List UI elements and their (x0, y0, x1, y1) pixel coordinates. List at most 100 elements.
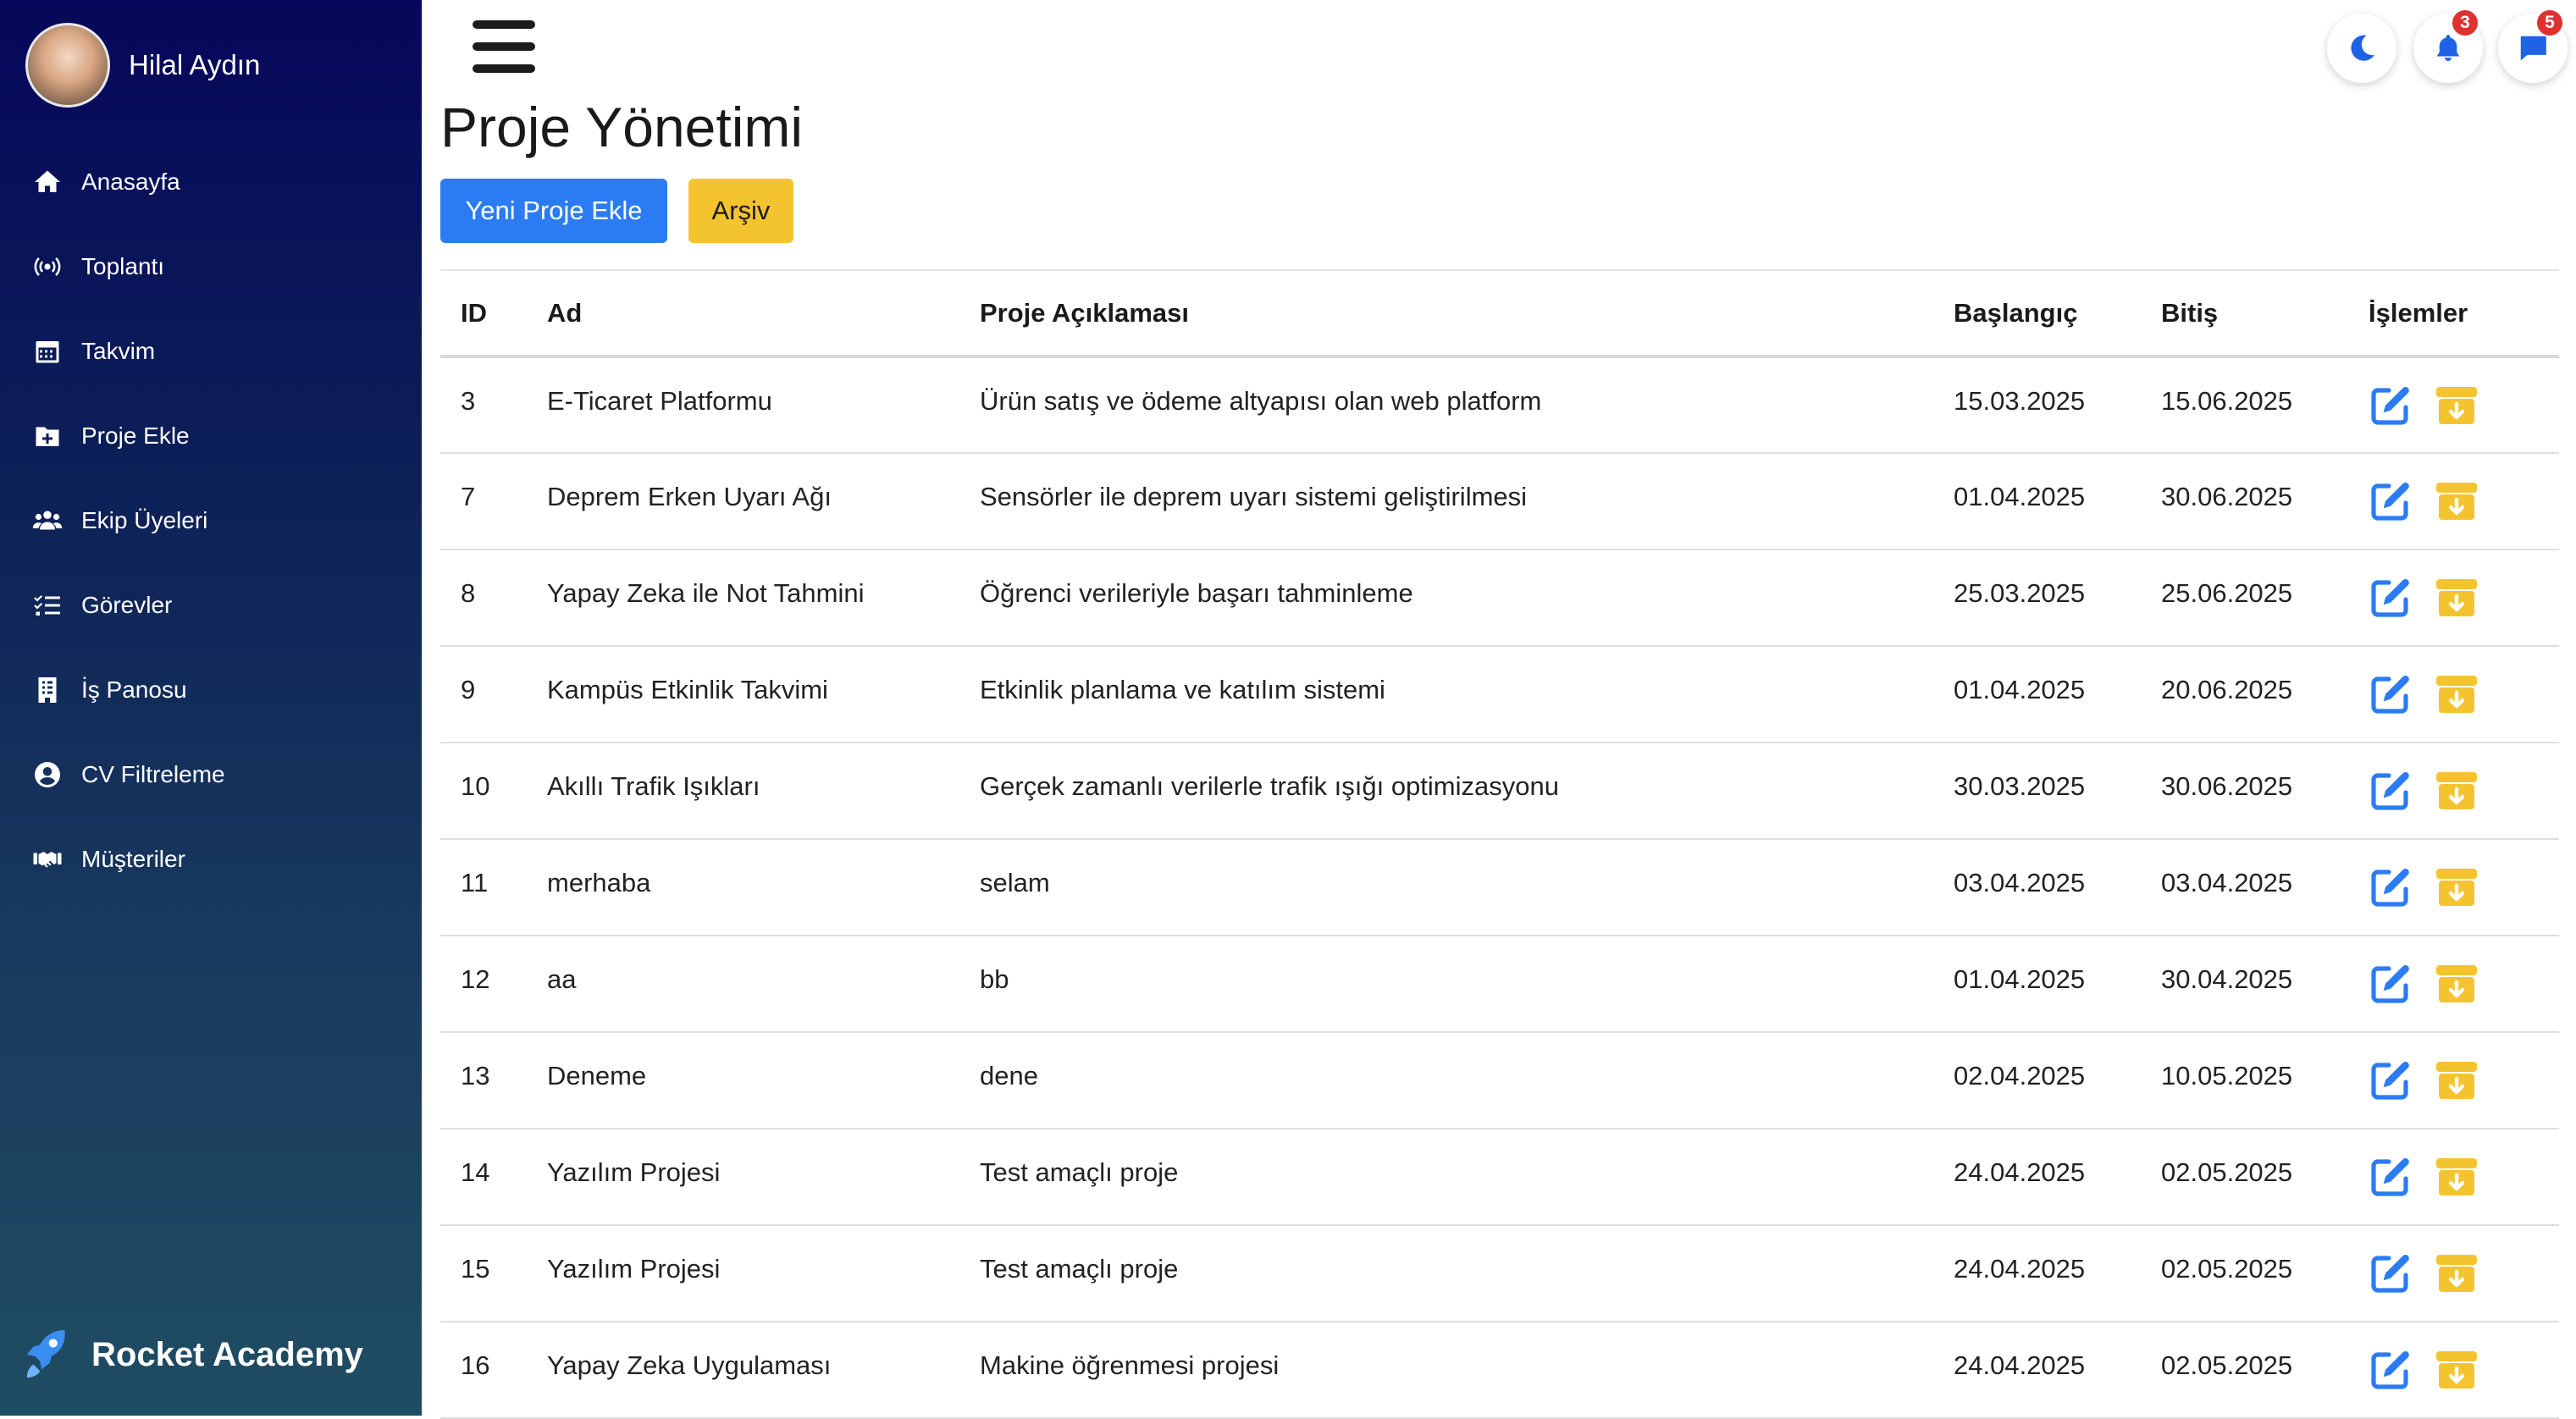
cell-actions (2348, 453, 2559, 549)
brand[interactable]: Rocket Academy (22, 1321, 363, 1389)
sidebar-item-proje-ekle[interactable]: Proje Ekle (0, 394, 422, 478)
archive-box-icon (2436, 965, 2477, 1002)
column-header-id[interactable]: ID (440, 270, 527, 356)
edit-icon (2371, 1061, 2409, 1100)
cell-description: Öğrenci verileriyle başarı tahminleme (980, 578, 1413, 608)
cell-start-date: 24.04.2025 (1954, 1350, 2086, 1380)
edit-button[interactable] (2369, 1155, 2413, 1199)
edit-button[interactable] (2369, 479, 2413, 523)
archive-row-button[interactable] (2435, 576, 2479, 620)
cell-description: Test amaçlı proje (980, 1254, 1179, 1284)
cell-end-date: 30.06.2025 (2161, 771, 2293, 801)
sidebar-item-anasayfa[interactable]: Anasayfa (0, 140, 422, 224)
sidebar-item-toplanti[interactable]: Toplantı (0, 224, 422, 309)
cell-id: 11 (461, 868, 489, 897)
chat-icon (2520, 36, 2546, 61)
archive-row-button[interactable] (2435, 1348, 2479, 1392)
edit-icon (2371, 1350, 2409, 1389)
cell-end-date: 03.04.2025 (2161, 868, 2293, 897)
sidebar-item-gorevler[interactable]: Görevler (0, 563, 422, 648)
archive-box-icon (2436, 869, 2477, 906)
row-actions (2369, 1155, 2559, 1199)
edit-button[interactable] (2369, 384, 2413, 428)
archive-button[interactable]: Arşiv (688, 179, 793, 243)
sidebar-item-label: Ekip Üyeleri (81, 507, 208, 533)
cell-actions (2348, 356, 2559, 453)
table-row: 9 Kampüs Etkinlik Takvimi Etkinlik planl… (440, 646, 2559, 743)
table-row: 10 Akıllı Trafik Işıkları Gerçek zamanlı… (440, 743, 2559, 839)
user-profile[interactable]: Hilal Aydın (25, 22, 260, 108)
edit-button[interactable] (2369, 1251, 2413, 1295)
row-actions (2369, 672, 2559, 716)
cell-actions (2348, 1225, 2559, 1322)
edit-button[interactable] (2369, 1348, 2413, 1392)
table-body: 3 E-Ticaret Platformu Ürün satış ve ödem… (440, 356, 2559, 1418)
table-row: 14 Yazılım Projesi Test amaçlı proje 24.… (440, 1129, 2559, 1225)
archive-row-button[interactable] (2435, 865, 2479, 909)
cell-name: merhaba (547, 868, 651, 897)
theme-toggle-button[interactable] (2327, 14, 2396, 83)
cell-start-date: 25.03.2025 (1954, 578, 2086, 608)
sidebar-item-musteriler[interactable]: Müşteriler (0, 817, 422, 902)
archive-row-button[interactable] (2435, 1058, 2479, 1102)
avatar[interactable] (25, 23, 110, 108)
cell-id: 16 (461, 1350, 490, 1380)
row-actions (2369, 1251, 2559, 1295)
archive-row-button[interactable] (2435, 479, 2479, 523)
archive-row-button[interactable] (2435, 1251, 2479, 1295)
archive-row-button[interactable] (2435, 1155, 2479, 1199)
table-row: 3 E-Ticaret Platformu Ürün satış ve ödem… (440, 356, 2559, 453)
archive-row-button[interactable] (2435, 384, 2479, 428)
cell-end-date: 02.05.2025 (2161, 1350, 2293, 1380)
edit-icon (2371, 1254, 2409, 1293)
archive-box-icon (2436, 1255, 2477, 1292)
archive-row-button[interactable] (2435, 962, 2479, 1006)
table-row: 15 Yazılım Projesi Test amaçlı proje 24.… (440, 1225, 2559, 1322)
cell-name: Deprem Erken Uyarı Ağı (547, 482, 832, 511)
table-row: 16 Yapay Zeka Uygulaması Makine öğrenmes… (440, 1322, 2559, 1418)
sidebar-item-takvim[interactable]: Takvim (0, 309, 422, 394)
archive-row-button[interactable] (2435, 672, 2479, 716)
cell-id: 12 (461, 964, 490, 994)
cell-id: 9 (461, 675, 476, 704)
archive-row-button[interactable] (2435, 769, 2479, 813)
cell-name: Kampüs Etkinlik Takvimi (547, 675, 828, 704)
sidebar-item-is-panosu[interactable]: İş Panosu (0, 648, 422, 732)
column-header-end[interactable]: Bitiş (2141, 270, 2348, 356)
messages-button[interactable]: 5 (2498, 10, 2568, 83)
cell-name: Akıllı Trafik Işıkları (547, 771, 760, 801)
menu-toggle-button[interactable] (473, 19, 535, 73)
table-row: 11 merhaba selam 03.04.2025 03.04.2025 (440, 839, 2559, 936)
cell-start-date: 24.04.2025 (1954, 1254, 2086, 1284)
edit-button[interactable] (2369, 769, 2413, 813)
cell-start-date: 01.04.2025 (1954, 964, 2086, 994)
cell-name: Yazılım Projesi (547, 1254, 721, 1284)
hamburger-icon (473, 20, 535, 29)
column-header-name[interactable]: Ad (527, 270, 959, 356)
edit-button[interactable] (2369, 962, 2413, 1006)
table-row: 13 Deneme dene 02.04.2025 10.05.2025 (440, 1032, 2559, 1129)
cell-start-date: 30.03.2025 (1954, 771, 2086, 801)
users-icon (30, 504, 64, 538)
edit-button[interactable] (2369, 576, 2413, 620)
sidebar-item-cv-filtreleme[interactable]: CV Filtreleme (0, 732, 422, 817)
cell-description: Ürün satış ve ödeme altyapısı olan web p… (980, 386, 1542, 416)
sidebar-item-ekip-uyeleri[interactable]: Ekip Üyeleri (0, 478, 422, 563)
add-project-button[interactable]: Yeni Proje Ekle (440, 179, 667, 243)
column-header-start[interactable]: Başlangıç (1933, 270, 2141, 356)
edit-button[interactable] (2369, 672, 2413, 716)
moon-icon (2351, 35, 2375, 61)
column-header-description[interactable]: Proje Açıklaması (959, 270, 1933, 356)
sidebar-item-label: İş Panosu (81, 676, 187, 703)
projects-table: ID Ad Proje Açıklaması Başlangıç Bitiş İ… (440, 269, 2559, 1419)
cell-end-date: 10.05.2025 (2161, 1061, 2293, 1090)
cell-actions (2348, 1129, 2559, 1225)
archive-box-icon (2436, 1062, 2477, 1099)
user-name: Hilal Aydın (129, 49, 261, 80)
edit-button[interactable] (2369, 865, 2413, 909)
building-icon (30, 673, 64, 707)
sidebar-item-label: Anasayfa (81, 168, 180, 195)
edit-button[interactable] (2369, 1058, 2413, 1102)
row-actions (2369, 962, 2559, 1006)
notifications-button[interactable]: 3 (2413, 10, 2483, 83)
